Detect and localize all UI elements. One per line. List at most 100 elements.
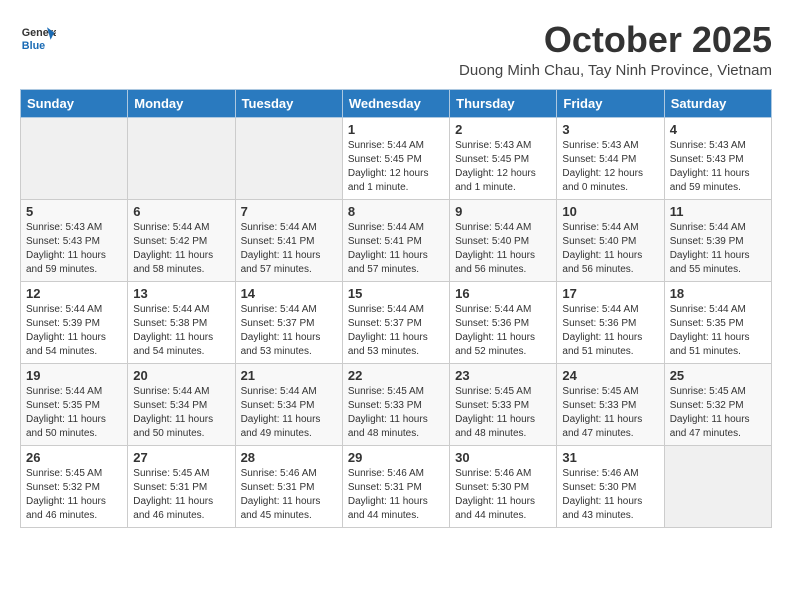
calendar-cell: 28Sunrise: 5:46 AM Sunset: 5:31 PM Dayli… <box>235 445 342 527</box>
cell-sun-info: Sunrise: 5:44 AM Sunset: 5:45 PM Dayligh… <box>348 139 444 195</box>
calendar-cell <box>128 117 235 199</box>
calendar-week-row: 12 Sunrise: 5:44 AM Sunset: 5:39 PM Dayli… <box>21 281 772 363</box>
day-number: 29 <box>348 450 444 465</box>
svg-text:Blue: Blue <box>22 40 45 52</box>
logo: General Blue <box>20 20 60 56</box>
cell-sun-info: Sunrise: 5:44 AM Sunset: 5:39 PM Dayligh… <box>26 303 122 359</box>
day-number: 16 <box>455 286 551 301</box>
cell-sun-info: Sunrise: 5:43 AM Sunset: 5:43 PM Dayligh… <box>670 139 766 195</box>
calendar-cell: 2Sunrise: 5:43 AM Sunset: 5:45 PM Daylig… <box>450 117 557 199</box>
calendar-cell: 13Sunrise: 5:44 AM Sunset: 5:38 PM Dayli… <box>128 281 235 363</box>
weekday-header: Wednesday <box>342 89 449 117</box>
day-number: 23 <box>455 368 551 383</box>
day-number: 4 <box>670 122 766 137</box>
weekday-header: Tuesday <box>235 89 342 117</box>
calendar-cell <box>235 117 342 199</box>
cell-sun-info: Sunrise: 5:44 AM Sunset: 5:37 PM Dayligh… <box>241 303 337 359</box>
cell-sun-info: Sunrise: 5:45 AM Sunset: 5:33 PM Dayligh… <box>455 385 551 441</box>
cell-sun-info: Sunrise: 5:44 AM Sunset: 5:39 PM Dayligh… <box>670 221 766 277</box>
day-number: 24 <box>562 368 658 383</box>
cell-sun-info: Sunrise: 5:44 AM Sunset: 5:35 PM Dayligh… <box>670 303 766 359</box>
cell-sun-info: Sunrise: 5:43 AM Sunset: 5:45 PM Dayligh… <box>455 139 551 195</box>
calendar-cell: 14 Sunrise: 5:44 AM Sunset: 5:37 PM Dayli… <box>235 281 342 363</box>
calendar-cell: 3Sunrise: 5:43 AM Sunset: 5:44 PM Daylig… <box>557 117 664 199</box>
calendar-cell: 27 Sunrise: 5:45 AM Sunset: 5:31 PM Dayli… <box>128 445 235 527</box>
calendar-week-row: 26 Sunrise: 5:45 AM Sunset: 5:32 PM Dayli… <box>21 445 772 527</box>
day-number: 18 <box>670 286 766 301</box>
calendar-cell: 1 Sunrise: 5:44 AM Sunset: 5:45 PM Daylig… <box>342 117 449 199</box>
cell-sun-info: Sunrise: 5:44 AM Sunset: 5:34 PM Dayligh… <box>241 385 337 441</box>
calendar-cell: 21 Sunrise: 5:44 AM Sunset: 5:34 PM Dayli… <box>235 363 342 445</box>
calendar-cell: 7 Sunrise: 5:44 AM Sunset: 5:41 PM Daylig… <box>235 199 342 281</box>
cell-sun-info: Sunrise: 5:44 AM Sunset: 5:37 PM Dayligh… <box>348 303 444 359</box>
day-number: 6 <box>133 204 229 219</box>
cell-sun-info: Sunrise: 5:46 AM Sunset: 5:30 PM Dayligh… <box>455 467 551 523</box>
day-number: 21 <box>241 368 337 383</box>
calendar-cell: 9 Sunrise: 5:44 AM Sunset: 5:40 PM Daylig… <box>450 199 557 281</box>
cell-sun-info: Sunrise: 5:46 AM Sunset: 5:31 PM Dayligh… <box>241 467 337 523</box>
calendar-cell: 12 Sunrise: 5:44 AM Sunset: 5:39 PM Dayli… <box>21 281 128 363</box>
cell-sun-info: Sunrise: 5:45 AM Sunset: 5:32 PM Dayligh… <box>26 467 122 523</box>
day-number: 31 <box>562 450 658 465</box>
cell-sun-info: Sunrise: 5:44 AM Sunset: 5:41 PM Dayligh… <box>348 221 444 277</box>
day-number: 27 <box>133 450 229 465</box>
calendar-cell: 20 Sunrise: 5:44 AM Sunset: 5:34 PM Dayli… <box>128 363 235 445</box>
cell-sun-info: Sunrise: 5:43 AM Sunset: 5:43 PM Dayligh… <box>26 221 122 277</box>
day-number: 25 <box>670 368 766 383</box>
day-number: 10 <box>562 204 658 219</box>
calendar-cell: 30 Sunrise: 5:46 AM Sunset: 5:30 PM Dayli… <box>450 445 557 527</box>
cell-sun-info: Sunrise: 5:44 AM Sunset: 5:41 PM Dayligh… <box>241 221 337 277</box>
calendar-cell: 10Sunrise: 5:44 AM Sunset: 5:40 PM Dayli… <box>557 199 664 281</box>
cell-sun-info: Sunrise: 5:44 AM Sunset: 5:36 PM Dayligh… <box>455 303 551 359</box>
cell-sun-info: Sunrise: 5:45 AM Sunset: 5:33 PM Dayligh… <box>348 385 444 441</box>
calendar-cell <box>664 445 771 527</box>
month-title: October 2025 <box>459 20 772 60</box>
calendar-cell: 24 Sunrise: 5:45 AM Sunset: 5:33 PM Dayli… <box>557 363 664 445</box>
day-number: 9 <box>455 204 551 219</box>
day-number: 7 <box>241 204 337 219</box>
cell-sun-info: Sunrise: 5:45 AM Sunset: 5:33 PM Dayligh… <box>562 385 658 441</box>
calendar-cell: 18 Sunrise: 5:44 AM Sunset: 5:35 PM Dayli… <box>664 281 771 363</box>
calendar-cell: 6 Sunrise: 5:44 AM Sunset: 5:42 PM Daylig… <box>128 199 235 281</box>
day-number: 17 <box>562 286 658 301</box>
weekday-header: Friday <box>557 89 664 117</box>
calendar-cell: 15 Sunrise: 5:44 AM Sunset: 5:37 PM Dayli… <box>342 281 449 363</box>
day-number: 22 <box>348 368 444 383</box>
calendar-cell: 26 Sunrise: 5:45 AM Sunset: 5:32 PM Dayli… <box>21 445 128 527</box>
day-number: 26 <box>26 450 122 465</box>
location-title: Duong Minh Chau, Tay Ninh Province, Viet… <box>459 62 772 79</box>
day-number: 20 <box>133 368 229 383</box>
calendar-cell: 8 Sunrise: 5:44 AM Sunset: 5:41 PM Daylig… <box>342 199 449 281</box>
day-number: 14 <box>241 286 337 301</box>
calendar-cell: 23 Sunrise: 5:45 AM Sunset: 5:33 PM Dayli… <box>450 363 557 445</box>
day-number: 8 <box>348 204 444 219</box>
cell-sun-info: Sunrise: 5:45 AM Sunset: 5:32 PM Dayligh… <box>670 385 766 441</box>
calendar-cell: 5Sunrise: 5:43 AM Sunset: 5:43 PM Daylig… <box>21 199 128 281</box>
cell-sun-info: Sunrise: 5:44 AM Sunset: 5:40 PM Dayligh… <box>455 221 551 277</box>
cell-sun-info: Sunrise: 5:44 AM Sunset: 5:36 PM Dayligh… <box>562 303 658 359</box>
calendar-cell: 4 Sunrise: 5:43 AM Sunset: 5:43 PM Daylig… <box>664 117 771 199</box>
calendar-cell: 17 Sunrise: 5:44 AM Sunset: 5:36 PM Dayli… <box>557 281 664 363</box>
calendar-cell: 25 Sunrise: 5:45 AM Sunset: 5:32 PM Dayli… <box>664 363 771 445</box>
day-number: 3 <box>562 122 658 137</box>
calendar-header-row: SundayMondayTuesdayWednesdayThursdayFrid… <box>21 89 772 117</box>
day-number: 13 <box>133 286 229 301</box>
cell-sun-info: Sunrise: 5:44 AM Sunset: 5:42 PM Dayligh… <box>133 221 229 277</box>
cell-sun-info: Sunrise: 5:46 AM Sunset: 5:30 PM Dayligh… <box>562 467 658 523</box>
calendar-table: SundayMondayTuesdayWednesdayThursdayFrid… <box>20 89 772 528</box>
day-number: 11 <box>670 204 766 219</box>
day-number: 30 <box>455 450 551 465</box>
calendar-cell: 19Sunrise: 5:44 AM Sunset: 5:35 PM Dayli… <box>21 363 128 445</box>
calendar-cell: 31 Sunrise: 5:46 AM Sunset: 5:30 PM Dayli… <box>557 445 664 527</box>
weekday-header: Sunday <box>21 89 128 117</box>
calendar-cell: 16 Sunrise: 5:44 AM Sunset: 5:36 PM Dayli… <box>450 281 557 363</box>
calendar-week-row: 1 Sunrise: 5:44 AM Sunset: 5:45 PM Daylig… <box>21 117 772 199</box>
day-number: 12 <box>26 286 122 301</box>
weekday-header: Saturday <box>664 89 771 117</box>
cell-sun-info: Sunrise: 5:44 AM Sunset: 5:34 PM Dayligh… <box>133 385 229 441</box>
day-number: 1 <box>348 122 444 137</box>
calendar-week-row: 5Sunrise: 5:43 AM Sunset: 5:43 PM Daylig… <box>21 199 772 281</box>
cell-sun-info: Sunrise: 5:45 AM Sunset: 5:31 PM Dayligh… <box>133 467 229 523</box>
day-number: 15 <box>348 286 444 301</box>
day-number: 19 <box>26 368 122 383</box>
